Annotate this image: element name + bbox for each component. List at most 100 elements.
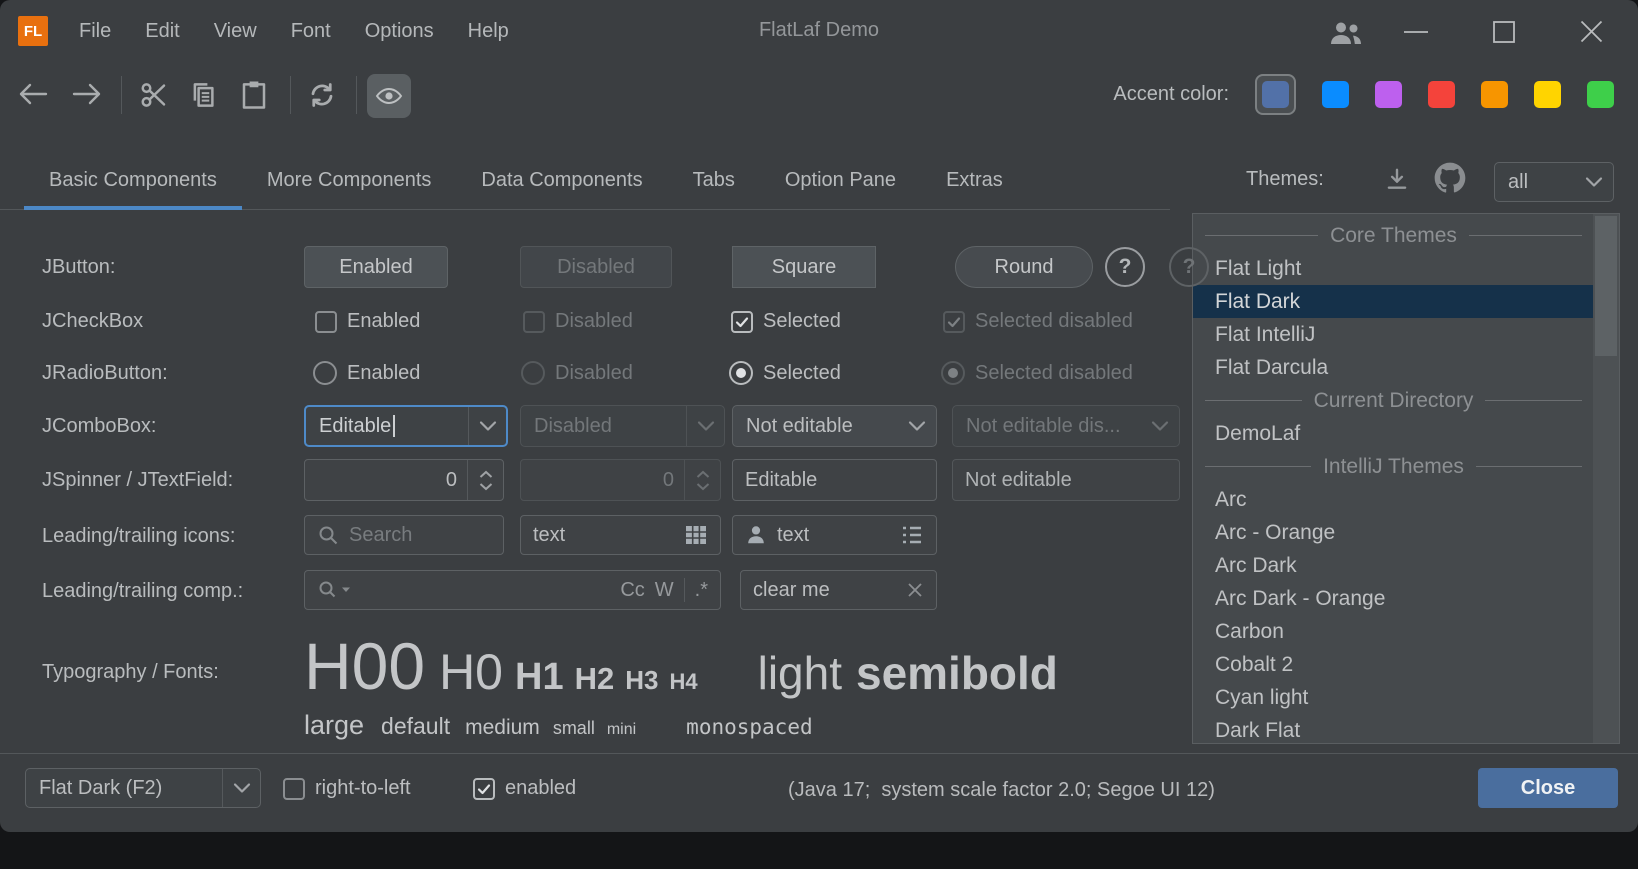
accent-swatch-blue[interactable] xyxy=(1322,81,1349,108)
clearable-text-field[interactable]: clear me xyxy=(740,570,937,610)
tab-more-components[interactable]: More Components xyxy=(242,150,457,210)
toolbar-separator xyxy=(290,76,291,114)
options-separator xyxy=(684,578,685,602)
tab-data-components[interactable]: Data Components xyxy=(456,150,667,210)
forward-button[interactable] xyxy=(72,82,102,106)
search-field-with-options[interactable]: Cc W .* xyxy=(304,570,721,610)
typography-size-samples: large default medium small mini monospac… xyxy=(304,710,813,741)
match-case-button[interactable]: Cc xyxy=(620,579,644,602)
minimize-icon xyxy=(1404,30,1428,34)
tab-extras[interactable]: Extras xyxy=(921,150,1028,210)
minimize-button[interactable] xyxy=(1404,30,1428,34)
github-link-button[interactable] xyxy=(1434,162,1466,194)
spinner-up-down-icons[interactable] xyxy=(467,460,503,500)
radio-selected[interactable]: Selected xyxy=(729,361,841,385)
theme-item-flat-darcula[interactable]: Flat Darcula xyxy=(1193,351,1594,384)
tab-tabs[interactable]: Tabs xyxy=(668,150,760,210)
checkbox-checked-icon xyxy=(473,778,495,800)
maximize-button[interactable] xyxy=(1493,21,1515,43)
theme-item-demolaf[interactable]: DemoLaf xyxy=(1193,417,1594,450)
paste-button[interactable] xyxy=(240,80,268,110)
accent-swatch-orange[interactable] xyxy=(1481,81,1508,108)
show-hidden-toggle-button[interactable] xyxy=(367,74,411,118)
checkbox-selected[interactable]: Selected xyxy=(731,310,841,333)
help-button[interactable]: ? xyxy=(1105,247,1145,287)
accent-swatch-red[interactable] xyxy=(1428,81,1455,108)
editable-textfield[interactable]: Editable xyxy=(732,459,937,501)
copy-icon xyxy=(188,80,218,110)
leading-trailing-comp-row-label: Leading/trailing comp.: xyxy=(42,580,243,603)
toolbar-separator xyxy=(121,76,122,114)
jradiobutton-row-label: JRadioButton: xyxy=(42,362,168,385)
enabled-checkbox[interactable]: enabled xyxy=(473,777,576,800)
theme-item-carbon[interactable]: Carbon xyxy=(1193,615,1594,648)
tab-basic-components[interactable]: Basic Components xyxy=(24,150,242,210)
theme-item-flat-light[interactable]: Flat Light xyxy=(1193,252,1594,285)
theme-item-arc-dark[interactable]: Arc Dark xyxy=(1193,549,1594,582)
checkbox-icon xyxy=(283,778,305,800)
checkbox-selected-disabled: Selected disabled xyxy=(943,310,1133,333)
theme-item-arc-orange[interactable]: Arc - Orange xyxy=(1193,516,1594,549)
main-tabbar: Basic Components More Components Data Co… xyxy=(0,150,1170,210)
status-text: (Java 17; system scale factor 2.0; Segoe… xyxy=(788,779,1215,802)
default-sample: default xyxy=(381,713,450,740)
arrow-left-icon xyxy=(18,82,48,106)
copy-button[interactable] xyxy=(188,80,218,110)
radio-icon xyxy=(521,361,545,385)
search-field[interactable]: Search xyxy=(304,515,504,555)
typography-row-label: Typography / Fonts: xyxy=(42,661,219,684)
enabled-button[interactable]: Enabled xyxy=(304,246,448,288)
help-button-disabled: ? xyxy=(1169,247,1209,287)
search-with-menu-icon[interactable] xyxy=(317,579,351,601)
laf-selector-combobox[interactable]: Flat Dark (F2) xyxy=(25,768,261,808)
cut-icon xyxy=(139,80,169,110)
tab-option-pane[interactable]: Option Pane xyxy=(760,150,921,210)
accent-swatch-green[interactable] xyxy=(1587,81,1614,108)
radio-icon xyxy=(313,361,337,385)
checkbox-icon xyxy=(523,311,545,333)
clear-icon[interactable] xyxy=(906,581,924,599)
theme-item-arc-dark-orange[interactable]: Arc Dark - Orange xyxy=(1193,582,1594,615)
themes-scrollbar-thumb[interactable] xyxy=(1595,216,1617,356)
themes-scrollbar[interactable] xyxy=(1593,214,1619,743)
checkbox-enabled[interactable]: Enabled xyxy=(315,310,420,333)
text-field-with-table-icon[interactable]: text xyxy=(520,515,721,555)
accent-swatch-yellow[interactable] xyxy=(1534,81,1561,108)
radio-enabled[interactable]: Enabled xyxy=(313,361,420,385)
theme-item-cobalt-2[interactable]: Cobalt 2 xyxy=(1193,648,1594,681)
text-field-with-user-and-list-icons[interactable]: text xyxy=(732,515,937,555)
spinner[interactable]: 0 xyxy=(304,459,504,501)
round-button[interactable]: Round xyxy=(955,246,1093,288)
editable-combobox[interactable]: Editable xyxy=(304,405,508,447)
theme-item-flat-intellij[interactable]: Flat IntelliJ xyxy=(1193,318,1594,351)
close-button[interactable]: Close xyxy=(1478,768,1618,808)
accent-swatch-purple[interactable] xyxy=(1375,81,1402,108)
accent-swatch-default[interactable] xyxy=(1262,81,1289,108)
close-window-button[interactable] xyxy=(1580,20,1603,43)
refresh-icon xyxy=(307,80,337,110)
right-to-left-checkbox[interactable]: right-to-left xyxy=(283,777,411,800)
not-editable-combobox[interactable]: Not editable xyxy=(732,405,937,447)
theme-item-dark-flat[interactable]: Dark Flat xyxy=(1193,714,1594,744)
arrow-right-icon xyxy=(72,82,102,106)
download-themes-button[interactable] xyxy=(1384,166,1410,192)
themes-label: Themes: xyxy=(1246,168,1324,191)
typography-heading-samples: H00 H0 H1 H2 H3 H4 light semibold xyxy=(304,628,1058,704)
whole-word-button[interactable]: W xyxy=(655,579,674,602)
refresh-button[interactable] xyxy=(307,80,337,110)
theme-item-cyan-light[interactable]: Cyan light xyxy=(1193,681,1594,714)
theme-item-arc[interactable]: Arc xyxy=(1193,483,1594,516)
medium-sample: medium xyxy=(465,716,540,740)
themes-filter-combobox[interactable]: all xyxy=(1494,162,1614,202)
list-icon[interactable] xyxy=(900,524,924,546)
radio-selected-icon xyxy=(941,361,965,385)
users-button[interactable] xyxy=(1328,20,1364,46)
table-icon[interactable] xyxy=(684,524,708,546)
chevron-down-icon[interactable] xyxy=(468,407,506,445)
cut-button[interactable] xyxy=(139,80,169,110)
h1-sample: H1 xyxy=(515,656,564,699)
square-button[interactable]: Square xyxy=(732,246,876,288)
regex-button[interactable]: .* xyxy=(695,579,708,602)
theme-item-flat-dark[interactable]: Flat Dark xyxy=(1193,285,1594,318)
back-button[interactable] xyxy=(18,82,48,106)
